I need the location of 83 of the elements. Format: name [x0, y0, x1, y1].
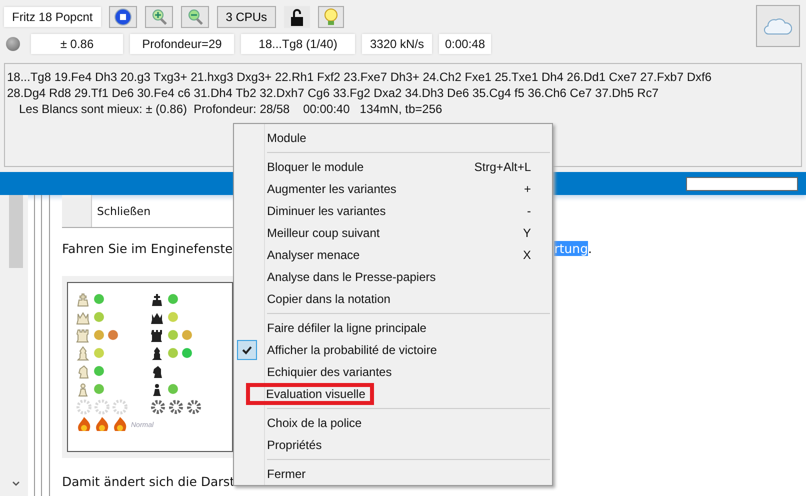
search-field[interactable] — [686, 176, 798, 190]
menu-item[interactable]: Choix de la police — [234, 412, 552, 434]
shortcut-text: X — [522, 248, 531, 262]
menu-item[interactable]: Meilleur coup suivant Y — [234, 222, 552, 244]
shortcut-text: + — [524, 182, 531, 196]
engine-name: Fritz 18 Popcnt — [4, 6, 101, 26]
bulb-button[interactable] — [318, 6, 344, 28]
menu-item[interactable]: Echiquier des variantes — [234, 361, 552, 383]
variation-line: 18...Tg8 19.Fe4 Dh3 20.g3 Txg3+ 21.hxg3 Dxg3+ 22.Rh1 Fxf2 23.Fxe7 Dh3+ 24.Ch2 Fxe1 25.Txe1 Dh4 26.Dd1 Cxe7 27.Fxb7 Dxf6 — [7, 69, 713, 85]
menu-item[interactable]: Diminuer les variantes - — [234, 200, 552, 222]
stat-field: Profondeur=29 — [130, 34, 234, 54]
menu-item[interactable]: Evaluation visuelle — [246, 383, 374, 405]
menu-label: Module — [267, 131, 306, 145]
menu-item[interactable]: Faire défiler la ligne principale — [234, 317, 552, 339]
zoom-in-button[interactable] — [144, 6, 173, 28]
menu-label: Fermer — [267, 467, 306, 481]
paragraph-text: Damit ändert sich die Darst — [62, 474, 235, 489]
pane-splitter[interactable] — [34, 195, 50, 496]
knight-icon — [76, 364, 90, 378]
knight-icon — [150, 364, 164, 378]
variation-line: 28.Dg4 Rd8 29.Tf1 De6 30.Fe4 c6 31.Dh4 Tb2 32.Dxh7 Cg6 33.Fg2 Dxa2 34.Dh3 De6 35.Cg4 f5 36.Ch6 Ce7 37.Dh5 Rc7 — [7, 85, 660, 101]
scrollbar-thumb[interactable] — [9, 195, 23, 268]
shortcut-text: Strg+Alt+L — [474, 160, 531, 174]
menu-label: Copier dans la notation — [267, 292, 390, 306]
zoom-out-button[interactable] — [180, 6, 209, 28]
zoom-out-icon — [186, 8, 204, 26]
menu-label: Afficher la probabilité de victoire — [267, 343, 437, 357]
cloud-button[interactable] — [756, 5, 800, 47]
table-cell-text: Schließen — [96, 204, 151, 218]
shortcut-text: - — [527, 204, 531, 218]
menu-item[interactable]: Propriétés — [234, 434, 552, 456]
menu-label: Choix de la police — [267, 416, 362, 430]
menu-item[interactable]: Analyse dans le Presse-papiers — [234, 266, 552, 288]
menu-label: Meilleur coup suivant — [267, 226, 380, 240]
rook-icon — [150, 328, 164, 342]
lock-button[interactable] — [284, 6, 310, 28]
rook-icon — [76, 328, 90, 342]
scroll-down-icon[interactable] — [11, 480, 21, 488]
status-light — [6, 36, 20, 50]
table-cell — [62, 195, 92, 227]
king-icon — [76, 292, 90, 306]
menu-label: Evaluation visuelle — [266, 387, 366, 401]
paragraph-text: Fahren Sie im Enginefenste — [62, 241, 233, 256]
menu-label: Propriétés — [267, 438, 322, 452]
stat-field: 0:00:48 — [439, 34, 491, 54]
pawn-icon — [150, 382, 164, 396]
zoom-in-icon — [150, 8, 168, 26]
cloud-icon — [764, 16, 792, 36]
menu-label: Echiquier des variantes — [267, 365, 392, 379]
paragraph-text: . — [588, 241, 592, 256]
flames-icon — [76, 416, 128, 434]
stop-button[interactable] — [108, 6, 137, 28]
menu-item[interactable]: Augmenter les variantes + — [234, 178, 552, 200]
stat-field: 18...Tg8 (1/40) — [241, 34, 355, 54]
menu-item[interactable]: Fermer — [234, 463, 552, 485]
check-icon — [237, 340, 257, 360]
selected-text: rtung — [554, 241, 588, 256]
bishop-icon — [76, 346, 90, 360]
stop-icon — [114, 8, 132, 26]
menu-label: Faire défiler la ligne principale — [267, 321, 426, 335]
menu-label: Bloquer le module — [267, 160, 364, 174]
scrollbar[interactable] — [0, 195, 28, 496]
menu-label: Diminuer les variantes — [267, 204, 386, 218]
pawn-icon — [76, 382, 90, 396]
cpu-button[interactable]: 3 CPUs — [216, 6, 276, 28]
menu-item[interactable]: Bloquer le module Strg+Alt+L — [234, 156, 552, 178]
menu-item[interactable]: Afficher la probabilité de victoire — [234, 339, 552, 361]
menu-item[interactable]: Copier dans la notation — [234, 288, 552, 310]
stat-field: ± 0.86 — [31, 34, 123, 54]
menu-label: Analyse dans le Presse-papiers — [267, 270, 436, 284]
gears-icon — [150, 399, 202, 415]
bulb-icon — [323, 8, 340, 26]
queen-icon — [76, 310, 90, 324]
bishop-icon — [150, 346, 164, 360]
gears-icon — [76, 399, 128, 415]
menu-item[interactable]: Analyser menace X — [234, 244, 552, 266]
menu-label: Augmenter les variantes — [267, 182, 396, 196]
king-icon — [150, 292, 164, 306]
menu-label: Analyser menace — [267, 248, 360, 262]
evaluation-summary: Les Blancs sont mieux: ± (0.86) Profondeur: 28/58 00:00:40 134mN, tb=256 — [18, 101, 444, 117]
stat-field: 3320 kN/s — [362, 34, 432, 54]
menu-item[interactable]: Module — [234, 127, 552, 149]
shortcut-text: Y — [522, 226, 531, 240]
